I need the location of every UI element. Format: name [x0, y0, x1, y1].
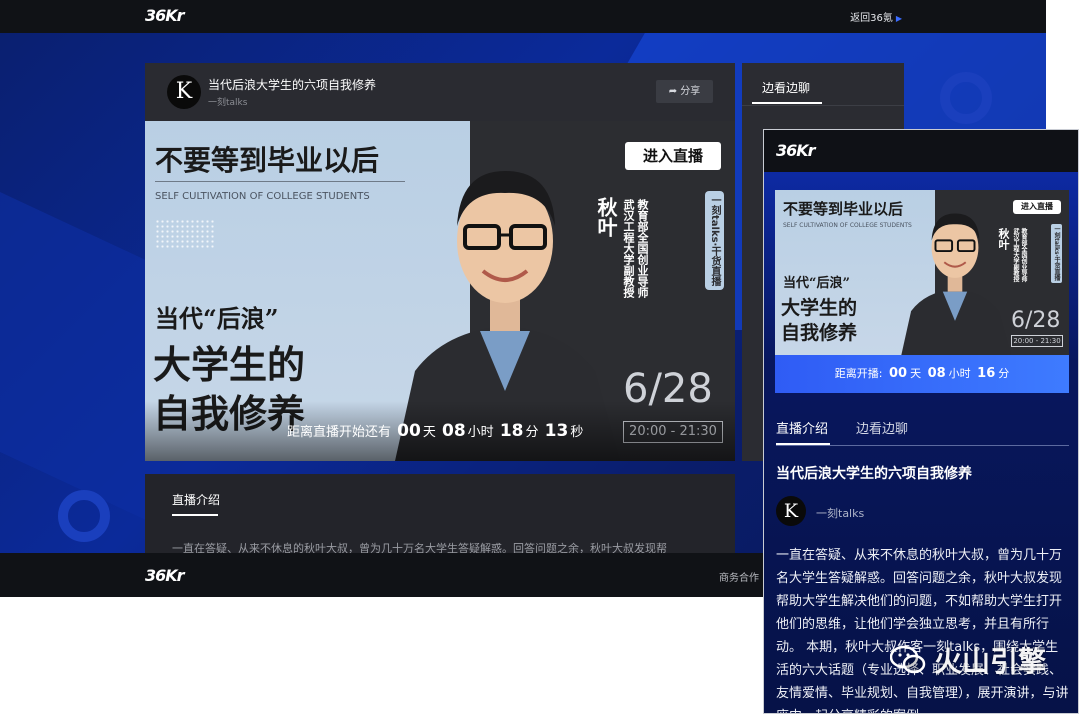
countdown-hours: 08	[927, 366, 946, 381]
countdown-minute-unit: 分	[998, 367, 1010, 380]
intro-panel: 直播介绍 一直在答疑、从来不休息的秋叶大叔，曾为几十万名大学生答疑解惑。回答问题…	[145, 474, 735, 555]
video-author[interactable]: 一刻talks	[208, 95, 247, 108]
countdown-day-unit: 天	[422, 425, 436, 440]
countdown-hour-unit: 小时	[948, 367, 971, 380]
countdown-hours: 08	[441, 421, 466, 441]
poster-subline: SELF CULTIVATION OF COLLEGE STUDENTS	[155, 191, 370, 202]
wechat-icon	[890, 645, 926, 674]
bg-shape	[0, 173, 160, 527]
poster-subline: SELF CULTIVATION OF COLLEGE STUDENTS	[783, 222, 912, 229]
countdown-prefix: 距离开播:	[834, 367, 883, 380]
tab-chat[interactable]: 边看边聊	[856, 418, 908, 437]
author-avatar[interactable]: K	[167, 75, 201, 109]
tab-intro[interactable]: 直播介绍	[776, 418, 828, 437]
poster-rule	[155, 181, 405, 182]
mobile-logo-36kr[interactable]: 36Kr	[776, 141, 816, 160]
countdown-bar: 距离直播开始还有 00 天 08 小时 18 分 13 秒	[145, 401, 735, 461]
countdown-hour-unit: 小时	[467, 425, 494, 440]
speaker-title-2: 教育部全国创业导师	[636, 199, 649, 298]
author-avatar[interactable]: K	[776, 496, 806, 526]
top-nav-bar: 36Kr 返回36氪 ▶	[0, 0, 1046, 33]
bg-ring	[58, 490, 110, 542]
poster-date: 6/28	[1011, 308, 1061, 333]
countdown-days: 00	[888, 366, 908, 381]
mobile-video-title: 当代后浪大学生的六项自我修养	[776, 466, 972, 482]
divider	[742, 105, 904, 106]
divider	[776, 445, 1069, 446]
mobile-intro-text: 一直在答疑、从来不休息的秋叶大叔，曾为几十万名大学生答疑解惑。回答问题之余，秋叶…	[776, 548, 1069, 713]
enter-live-button[interactable]: 进入直播	[1013, 200, 1061, 214]
live-poster[interactable]: 不要等到毕业以后 SELF CULTIVATION OF COLLEGE STU…	[145, 121, 735, 461]
speaker-name: 秋叶	[997, 228, 1010, 250]
poster-title-line2: 自我修养	[781, 322, 858, 344]
countdown-prefix: 距离直播开始还有	[287, 425, 392, 440]
talks-badge: 一刻talks·干货直播	[1051, 224, 1062, 283]
video-panel: K 当代后浪大学生的六项自我修养 一刻talks ➦ 分享 不要等到毕业以后 S…	[145, 63, 735, 461]
mobile-countdown-bar: 距离开播: 00 天 08 小时 16 分	[775, 355, 1069, 393]
share-icon: ➦	[668, 86, 678, 97]
logo-36kr[interactable]: 36Kr	[145, 6, 185, 25]
tab-active-indicator	[752, 102, 822, 104]
mobile-author[interactable]: 一刻talks	[816, 505, 864, 521]
dot-pattern	[155, 219, 215, 249]
poster-title-line1: 大学生的	[153, 342, 306, 387]
back-to-36kr-link[interactable]: 返回36氪 ▶	[850, 9, 902, 24]
bg-ring	[940, 72, 992, 124]
talks-badge: 一刻talks·干货直播	[705, 191, 724, 291]
video-header: K 当代后浪大学生的六项自我修养 一刻talks ➦ 分享	[145, 63, 735, 121]
poster-time: 20:00 - 21:30	[1011, 335, 1063, 347]
mobile-top-bar: 36Kr	[764, 130, 1078, 172]
poster-headline: 不要等到毕业以后	[155, 144, 380, 177]
countdown-text: 距离直播开始还有 00 天 08 小时 18 分 13 秒	[287, 421, 583, 441]
poster-tag: 当代“后浪”	[783, 276, 850, 291]
footer-business-link[interactable]: 商务合作	[719, 569, 759, 584]
mobile-screenshot: 36Kr 不要等到毕业以后 SELF CULTIVATION OF COLLEG…	[763, 129, 1079, 714]
triangle-right-icon: ▶	[895, 14, 902, 23]
mobile-live-poster[interactable]: 不要等到毕业以后 SELF CULTIVATION OF COLLEGE STU…	[775, 190, 1069, 355]
tab-active-indicator	[172, 514, 218, 516]
speaker-photo	[901, 213, 1012, 355]
countdown-minute-unit: 分	[525, 425, 539, 440]
enter-live-button[interactable]: 进入直播	[625, 142, 721, 170]
countdown-seconds: 13	[544, 421, 569, 441]
countdown-minutes: 16	[977, 366, 996, 381]
share-label: 分享	[680, 86, 701, 97]
poster-headline: 不要等到毕业以后	[783, 200, 904, 218]
countdown-minutes: 18	[499, 421, 524, 441]
back-link-label: 返回36氪	[850, 13, 893, 24]
share-button[interactable]: ➦ 分享	[656, 80, 713, 103]
countdown-days: 00	[397, 421, 421, 441]
tab-intro[interactable]: 直播介绍	[172, 491, 220, 508]
countdown-second-unit: 秒	[570, 425, 584, 440]
poster-title-line1: 大学生的	[781, 297, 858, 319]
tab-chat[interactable]: 边看边聊	[762, 79, 810, 96]
watermark: 火山引擎	[890, 640, 1046, 680]
speaker-name: 秋叶	[594, 197, 618, 237]
watermark-text: 火山引擎	[934, 645, 1047, 678]
speaker-title-2: 教育部全国创业导师	[1020, 228, 1027, 282]
footer-logo-36kr[interactable]: 36Kr	[145, 566, 185, 585]
countdown-day-unit: 天	[910, 367, 922, 380]
video-title: 当代后浪大学生的六项自我修养	[208, 78, 377, 92]
poster-tag: 当代“后浪”	[155, 304, 279, 333]
screenshot-canvas: 36Kr 返回36氪 ▶ K 当代后浪大学生的六项自我修养 一刻talks ➦ 分…	[0, 0, 1080, 714]
